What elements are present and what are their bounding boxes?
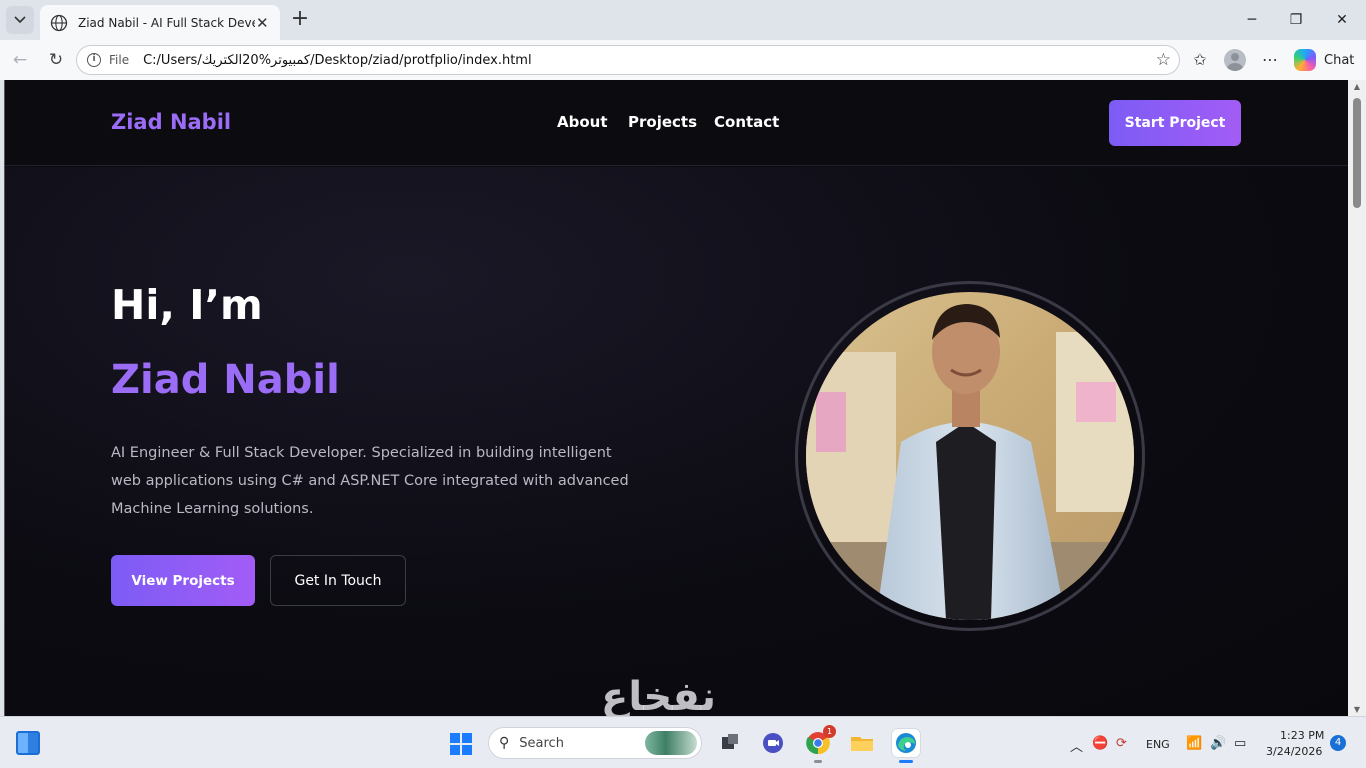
chat-label: Chat [1324,52,1355,68]
edge-browser-icon[interactable] [892,729,920,763]
scroll-down-icon[interactable]: ▼ [1352,705,1362,714]
show-hidden-icons-chevron-icon[interactable]: ︿ [1070,736,1083,755]
nav-link-contact[interactable]: Contact [714,113,779,131]
tab-actions-menu[interactable] [6,6,34,34]
clock-date[interactable]: 3/24/2026 [1266,745,1322,758]
profile-photo-frame [795,281,1145,631]
globe-icon [50,14,68,31]
chrome-icon[interactable]: 1 [804,725,836,763]
taskbar-search[interactable]: ⚲ Search [488,727,702,759]
browser-tab-bar: Ziad Nabil - AI Full Stack Developer ✕ +… [0,0,1366,40]
hero-name: Ziad Nabil [111,357,340,403]
reload-icon[interactable]: ↻ [44,48,68,72]
watermark-text: نفخاع [601,674,716,716]
restore-icon[interactable]: ❐ [1284,8,1308,32]
notification-count-badge[interactable]: 4 [1330,735,1346,751]
nav-link-projects[interactable]: Projects [628,113,697,131]
url-scheme: File [109,53,130,67]
start-project-button[interactable]: Start Project [1109,100,1241,146]
search-icon: ⚲ [499,735,510,751]
hero-section: Hi, I’m Ziad Nabil AI Engineer & Full St… [5,167,1348,716]
site-brand[interactable]: Ziad Nabil [111,110,231,134]
copilot-icon [1294,49,1316,71]
favorite-star-icon[interactable]: ☆ [1156,50,1171,70]
new-tab-button[interactable]: + [288,8,312,32]
clock-time[interactable]: 1:23 PM [1280,729,1324,742]
page-scrollbar[interactable]: ▲ ▼ [1348,80,1366,716]
more-menu-icon[interactable]: ⋯ [1258,48,1282,72]
scroll-up-icon[interactable]: ▲ [1352,82,1362,91]
search-label: Search [519,735,564,751]
hero-greeting: Hi, I’m [111,281,263,329]
address-bar[interactable]: i File C:/Users/كمبيوتر%20الكتريك/Deskto… [76,45,1180,75]
page-viewport: Ziad Nabil About Projects Contact Start … [4,80,1348,716]
browser-toolbar: ← ↻ i File C:/Users/كمبيوتر%20الكتريك/De… [0,40,1366,80]
task-view-icon[interactable] [716,729,744,757]
url-text[interactable]: C:/Users/كمبيوتر%20الكتريك/Desktop/ziad/… [143,53,531,68]
windows-start-icon[interactable] [450,733,472,755]
view-projects-button[interactable]: View Projects [111,555,255,606]
copilot-chat-button[interactable]: Chat [1294,46,1354,74]
favorites-icon[interactable]: ✩ [1188,48,1212,72]
info-icon[interactable]: i [87,53,101,67]
minimize-icon[interactable]: ─ [1240,8,1264,32]
nav-link-about[interactable]: About [557,113,608,131]
volume-icon[interactable]: 🔊 [1210,736,1226,751]
get-in-touch-button[interactable]: Get In Touch [270,555,406,606]
language-indicator[interactable]: ENG [1146,738,1170,751]
chrome-notification-badge: 1 [823,725,836,738]
wifi-icon[interactable]: 📶 [1186,736,1202,751]
search-highlight-image [645,731,697,755]
battery-icon[interactable]: ▭ [1234,736,1246,751]
file-explorer-icon[interactable] [848,729,876,757]
meet-video-icon[interactable] [759,729,787,757]
profile-photo [806,292,1134,620]
site-header: Ziad Nabil About Projects Contact Start … [5,80,1348,166]
os-taskbar: ⚲ Search 1 ︿ ⛔ ⟳ ENG 📶 🔊 ▭ 1:23 PM 3/24/… [0,716,1366,768]
profile-avatar-icon[interactable] [1224,49,1246,71]
back-arrow-icon[interactable]: ← [8,48,32,72]
close-window-icon[interactable]: ✕ [1330,8,1354,32]
widgets-icon[interactable] [16,731,40,755]
update-status-icon[interactable]: ⟳ [1116,736,1127,751]
tab-title: Ziad Nabil - AI Full Stack Developer [78,15,255,30]
close-tab-icon[interactable]: ✕ [255,14,270,32]
hero-description: AI Engineer & Full Stack Developer. Spec… [111,445,629,517]
active-tab[interactable]: Ziad Nabil - AI Full Stack Developer ✕ [40,5,280,40]
security-status-icon[interactable]: ⛔ [1092,736,1108,751]
chevron-down-icon [14,16,26,24]
scroll-thumb[interactable] [1353,98,1361,208]
